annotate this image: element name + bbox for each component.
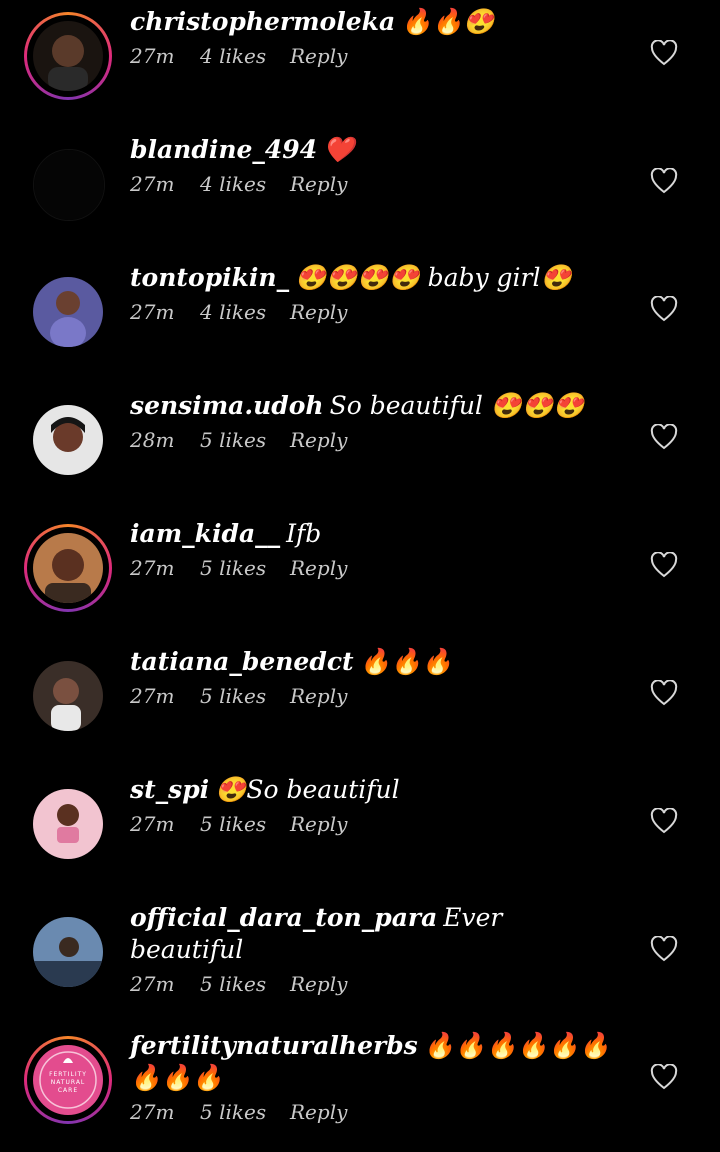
- story-ring[interactable]: [24, 524, 112, 612]
- comment-time: 28m: [130, 428, 175, 452]
- heart-outline-icon[interactable]: [650, 552, 678, 578]
- heart-outline-icon[interactable]: [650, 1064, 678, 1090]
- comment-text: 😍So beautiful: [215, 775, 400, 804]
- comment-likes[interactable]: 5 likes: [200, 970, 290, 998]
- comment-likes[interactable]: 5 likes: [200, 682, 290, 710]
- reply-button[interactable]: Reply: [290, 426, 347, 454]
- avatar[interactable]: [33, 917, 103, 987]
- comment-likes[interactable]: 4 likes: [200, 298, 290, 326]
- comment-likes[interactable]: 5 likes: [200, 554, 290, 582]
- avatar-frame[interactable]: [24, 780, 112, 868]
- reply-button[interactable]: Reply: [290, 1098, 347, 1126]
- comment-username[interactable]: tatiana_benedct: [130, 647, 354, 676]
- reply-button[interactable]: Reply: [290, 42, 347, 70]
- comment-text: ❤️: [323, 135, 355, 164]
- comment-item: sensima.udoh So beautiful 😍😍😍 28m 5 likes R…: [0, 384, 720, 512]
- comment-username[interactable]: fertilitynaturalherbs: [130, 1031, 418, 1060]
- comment-item: tatiana_benedct 🔥🔥🔥 27m 5 likes Reply: [0, 640, 720, 768]
- comment-item: official_dara_ton_para Ever beautiful 27m…: [0, 896, 720, 1024]
- story-ring[interactable]: FERTILITY NATURAL CARE: [24, 1036, 112, 1124]
- comment-time: 27m: [130, 972, 175, 996]
- avatar[interactable]: FERTILITY NATURAL CARE: [33, 1045, 103, 1115]
- comment-likes[interactable]: 5 likes: [200, 810, 290, 838]
- avatar-frame[interactable]: [24, 268, 112, 356]
- comment-username[interactable]: blandine_494: [130, 135, 317, 164]
- heart-outline-icon[interactable]: [650, 808, 678, 834]
- avatar-logo-text: FERTILITY NATURAL CARE: [49, 1071, 87, 1094]
- avatar[interactable]: [33, 789, 103, 859]
- reply-button[interactable]: Reply: [290, 810, 347, 838]
- comment-text: 😍😍😍😍 baby girl😍: [295, 263, 572, 292]
- comment-likes[interactable]: 5 likes: [200, 1098, 290, 1126]
- comment-username[interactable]: christophermoleka: [130, 7, 395, 36]
- comment-item: tontopikin_ 😍😍😍😍 baby girl😍 27m 4 likes Rep…: [0, 256, 720, 384]
- avatar[interactable]: [33, 533, 103, 603]
- reply-button[interactable]: Reply: [290, 682, 347, 710]
- comment-username[interactable]: official_dara_ton_para: [130, 903, 437, 932]
- comment-item: blandine_494 ❤️ 27m 4 likes Reply: [0, 128, 720, 256]
- heart-outline-icon[interactable]: [650, 40, 678, 66]
- reply-button[interactable]: Reply: [290, 170, 347, 198]
- comment-time: 27m: [130, 1100, 175, 1124]
- comment-username[interactable]: iam_kida__: [130, 519, 280, 548]
- heart-outline-icon[interactable]: [650, 936, 678, 962]
- comment-text: 🔥🔥🔥: [359, 647, 453, 676]
- comment-time: 27m: [130, 172, 175, 196]
- comment-item: christophermoleka 🔥🔥😍 27m 4 likes Reply: [0, 0, 720, 128]
- comment-text: So beautiful 😍😍😍: [329, 391, 585, 420]
- avatar[interactable]: [33, 661, 103, 731]
- heart-outline-icon[interactable]: [650, 680, 678, 706]
- avatar[interactable]: [33, 149, 105, 221]
- comment-item: iam_kida__ Ifb 27m 5 likes Reply: [0, 512, 720, 640]
- comment-item: FERTILITY NATURAL CARE fertilitynaturalh…: [0, 1024, 720, 1152]
- reply-button[interactable]: Reply: [290, 970, 347, 998]
- comment-time: 27m: [130, 44, 175, 68]
- comment-username[interactable]: tontopikin_: [130, 263, 289, 292]
- reply-button[interactable]: Reply: [290, 554, 347, 582]
- avatar-frame[interactable]: [24, 908, 112, 996]
- heart-outline-icon[interactable]: [650, 424, 678, 450]
- heart-outline-icon[interactable]: [650, 168, 678, 194]
- comment-text: 🔥🔥😍: [401, 7, 495, 36]
- comment-likes[interactable]: 4 likes: [200, 42, 290, 70]
- avatar[interactable]: [33, 405, 103, 475]
- story-ring[interactable]: [24, 12, 112, 100]
- comment-time: 27m: [130, 812, 175, 836]
- comment-username[interactable]: st_spi: [130, 775, 209, 804]
- comment-time: 27m: [130, 684, 175, 708]
- comment-likes[interactable]: 5 likes: [200, 426, 290, 454]
- comment-time: 27m: [130, 300, 175, 324]
- comment-likes[interactable]: 4 likes: [200, 170, 290, 198]
- comment-time: 27m: [130, 556, 175, 580]
- comment-text: Ifb: [286, 519, 322, 548]
- avatar-frame[interactable]: [24, 652, 112, 740]
- avatar[interactable]: [33, 277, 103, 347]
- heart-outline-icon[interactable]: [650, 296, 678, 322]
- avatar[interactable]: [33, 21, 103, 91]
- reply-button[interactable]: Reply: [290, 298, 347, 326]
- avatar-frame[interactable]: [24, 396, 112, 484]
- avatar-frame[interactable]: [24, 140, 112, 228]
- comment-username[interactable]: sensima.udoh: [130, 391, 324, 420]
- comment-item: st_spi 😍So beautiful 27m 5 likes Reply: [0, 768, 720, 896]
